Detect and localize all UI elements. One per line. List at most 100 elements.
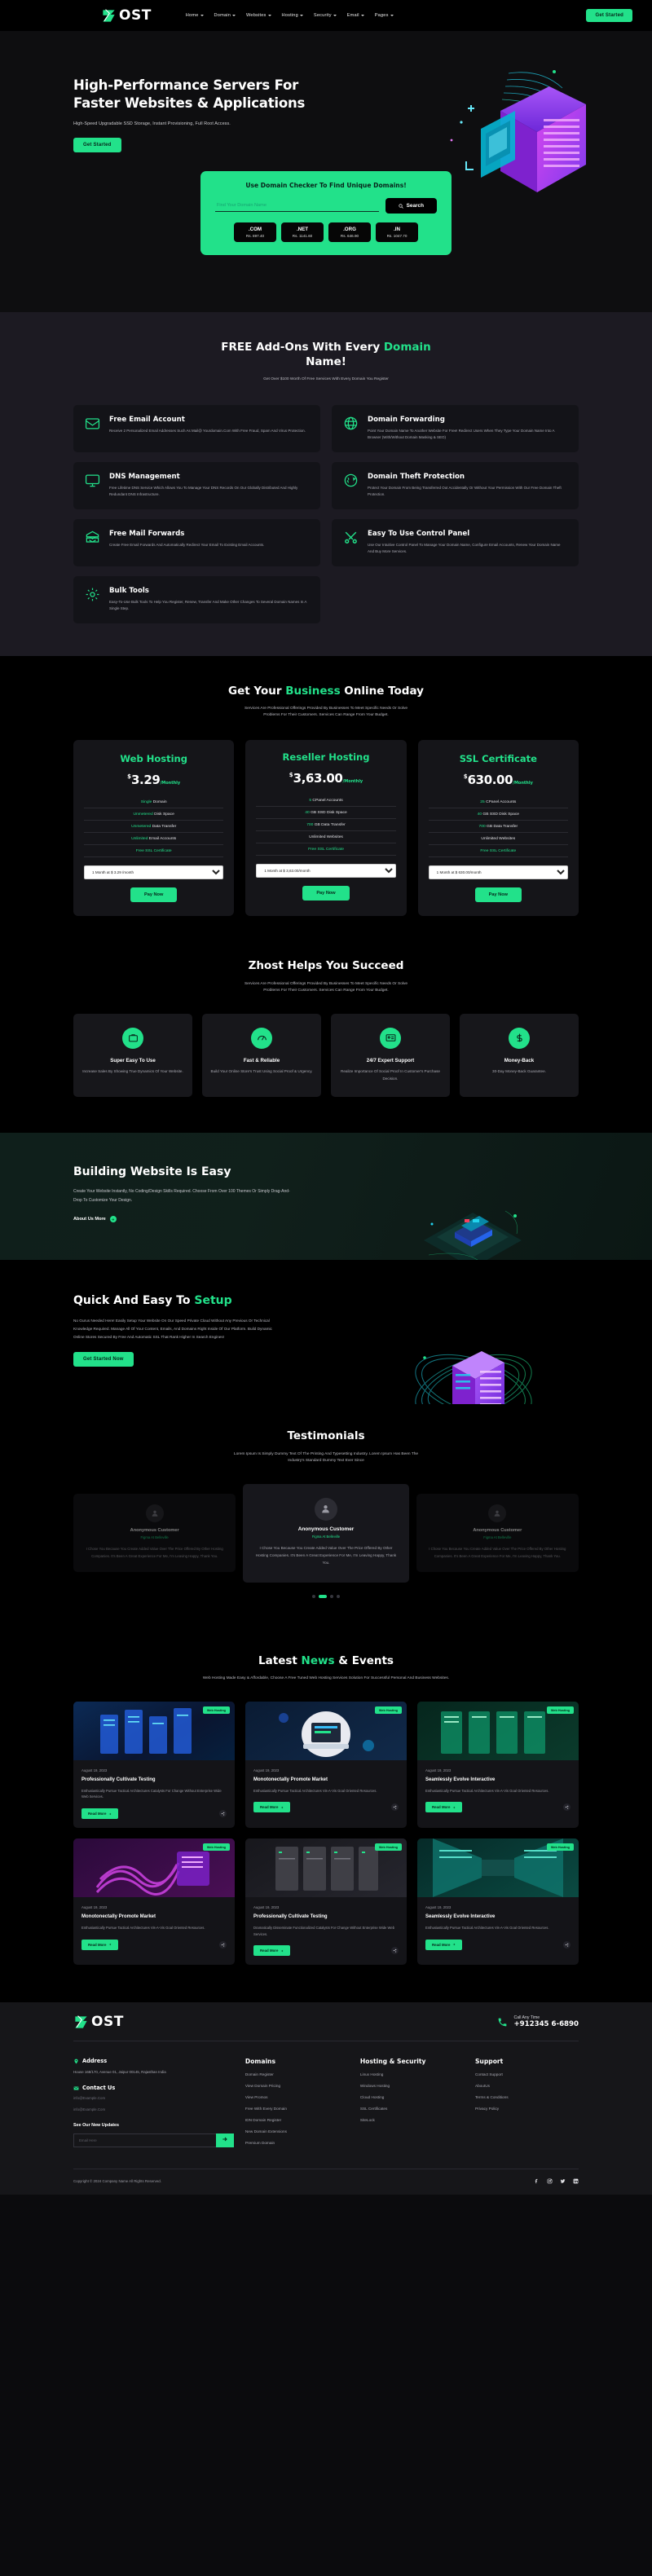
footer-link[interactable]: Terms & Conditions bbox=[475, 2095, 579, 2099]
read-more-button[interactable]: Read More bbox=[253, 1945, 291, 1957]
instagram-icon[interactable] bbox=[547, 2178, 553, 2184]
footer-link[interactable]: Cloud Hosting bbox=[360, 2095, 464, 2099]
arrow-right-icon bbox=[453, 1944, 456, 1946]
addon-card-domain-forwarding[interactable]: Domain Forwarding Point Your Domain Name… bbox=[332, 404, 579, 452]
pay-now-button[interactable]: Pay Now bbox=[474, 887, 522, 903]
nav-item-websites[interactable]: Websites bbox=[246, 13, 271, 18]
read-more-button[interactable]: Read More bbox=[425, 1939, 463, 1950]
news-card[interactable]: Web Hosting August 19, 2023 Seamlessly E… bbox=[417, 1702, 579, 1829]
nav-item-hosting[interactable]: Hosting bbox=[282, 13, 303, 18]
plan-feature: Unlimited Email Accounts bbox=[84, 833, 224, 846]
plan-term-select[interactable]: 1 Month at $ 3,63.00/month bbox=[256, 864, 396, 878]
footer-link[interactable]: Premium Domain bbox=[245, 2141, 349, 2145]
footer-link[interactable]: Free With Every Domain bbox=[245, 2107, 349, 2111]
tld-item[interactable]: .NET Rs. 1141.60 bbox=[281, 222, 324, 242]
testimonial-card-active[interactable]: Anonymous Customer Figma At Belleville I… bbox=[243, 1483, 409, 1583]
footer-link[interactable]: Linux Hosting bbox=[360, 2072, 464, 2076]
building-text: Create Your Website Instantly, No Coding… bbox=[73, 1189, 290, 1204]
pay-now-button[interactable]: Pay Now bbox=[130, 887, 178, 903]
plan-period: /Monthly bbox=[160, 781, 181, 786]
nav-item-security[interactable]: Security bbox=[314, 13, 337, 18]
news-card[interactable]: Web Hosting August 19, 2023 Professional… bbox=[73, 1702, 235, 1829]
twitter-icon[interactable] bbox=[560, 2178, 566, 2184]
testimonial-card[interactable]: Anonymous Customer Figma At Belleville I… bbox=[416, 1494, 579, 1573]
linkedin-icon[interactable] bbox=[573, 2178, 579, 2184]
testimonial-name: Anonymous Customer bbox=[297, 1526, 355, 1532]
facebook-icon[interactable] bbox=[534, 2178, 540, 2184]
feature-rest: GB Data Transfer bbox=[313, 822, 346, 827]
addon-card-bulk-tools[interactable]: Bulk Tools Easy-To-Use Bulk Tools To Hel… bbox=[73, 575, 320, 623]
pricing-title-a: Get Your bbox=[228, 684, 286, 698]
tld-item[interactable]: .ORG Rs. 646.90 bbox=[328, 222, 371, 242]
footer-link[interactable]: Privacy Policy bbox=[475, 2107, 579, 2111]
feature-rest: Unlimited Websites bbox=[309, 834, 343, 839]
plan-term-select[interactable]: 1 Month at $ 630.00/month bbox=[428, 865, 568, 880]
share-icon[interactable] bbox=[391, 1803, 399, 1812]
footer-link[interactable]: SiteLock bbox=[360, 2118, 464, 2122]
nav-item-home[interactable]: Home bbox=[186, 13, 204, 18]
carousel-dot-active[interactable] bbox=[319, 1594, 327, 1598]
nav-label: Hosting bbox=[281, 13, 298, 18]
carousel-dot[interactable] bbox=[312, 1594, 315, 1598]
footer-email-input[interactable] bbox=[73, 2133, 216, 2147]
footer-link[interactable]: IDN Domain Register bbox=[245, 2118, 349, 2122]
footer-brand-logo[interactable]: OST bbox=[73, 2014, 124, 2030]
footer-link[interactable]: Windows Hosting bbox=[360, 2084, 464, 2088]
tld-item[interactable]: .IN Rs. 1047.70 bbox=[376, 222, 418, 242]
news-badge: Web Hosting bbox=[202, 1706, 230, 1715]
news-card[interactable]: Web Hosting August 19, 2023 Monotonectal… bbox=[73, 1838, 235, 1966]
read-more-button[interactable]: Read More bbox=[425, 1802, 463, 1813]
header-get-started-button[interactable]: Get Started bbox=[586, 9, 632, 22]
footer-address-text: House 168/170, Avenue 01, Jaipur 00145, … bbox=[73, 2070, 166, 2075]
news-date: August 19, 2023 bbox=[253, 1768, 280, 1773]
read-more-button[interactable]: Read More bbox=[253, 1802, 291, 1813]
footer-link[interactable]: Domain Register bbox=[245, 2072, 349, 2076]
footer-subscribe-button[interactable] bbox=[215, 2133, 234, 2147]
domain-search-button[interactable]: Search bbox=[385, 198, 437, 214]
read-more-button[interactable]: Read More bbox=[82, 1808, 119, 1820]
succeed-subtitle-l2: Problems For Their Customers. Services C… bbox=[263, 988, 389, 993]
news-card[interactable]: Web Hosting August 19, 2023 Seamlessly E… bbox=[417, 1838, 579, 1966]
hero-get-started-button[interactable]: Get Started bbox=[73, 137, 121, 152]
footer-email-1[interactable]: info@Example.Com bbox=[73, 2095, 234, 2102]
plan-feature: Unlimited Websites bbox=[428, 833, 568, 846]
plan-term-select[interactable]: 1 Month at $ 3.29 /month bbox=[84, 865, 224, 880]
share-icon[interactable] bbox=[563, 1803, 570, 1812]
news-card[interactable]: Web Hosting August 19, 2023 Professional… bbox=[245, 1838, 407, 1966]
addon-title: Bulk Tools bbox=[109, 586, 149, 595]
footer-call-block[interactable]: Call Any Time +912345 6-6890 bbox=[497, 2015, 579, 2028]
share-icon[interactable] bbox=[219, 1940, 227, 1949]
footer-link[interactable]: Contact Support bbox=[475, 2072, 579, 2076]
nav-item-domain[interactable]: Domain bbox=[214, 13, 236, 18]
news-card[interactable]: Web Hosting August 19, 2023 Monotonectal… bbox=[245, 1702, 407, 1829]
footer-link[interactable]: SSL Certificates bbox=[360, 2107, 464, 2111]
share-icon[interactable] bbox=[563, 1940, 570, 1949]
addon-card-dns-management[interactable]: DNS Management Free Lifetime DNS Service… bbox=[73, 461, 320, 509]
succeed-subtitle-l1: Services Are Professional Offerings Prov… bbox=[244, 981, 408, 986]
footer-link[interactable]: New Domain Extensions bbox=[245, 2129, 349, 2133]
addon-card-free-email[interactable]: Free Email Account Receive 2 Personalize… bbox=[73, 404, 320, 452]
nav-item-pages[interactable]: Pages bbox=[375, 13, 394, 18]
footer-link[interactable]: View Promos bbox=[245, 2095, 349, 2099]
footer-link[interactable]: AboutUs bbox=[475, 2084, 579, 2088]
brand-logo[interactable]: OST bbox=[101, 7, 152, 24]
addon-card-domain-theft-protection[interactable]: Domain Theft Protection Protect Your Dom… bbox=[332, 461, 579, 509]
nav-item-email[interactable]: Email bbox=[347, 13, 364, 18]
share-icon[interactable] bbox=[391, 1947, 399, 1955]
domain-search-input[interactable] bbox=[215, 200, 379, 212]
footer-email-2[interactable]: info@Example.Com bbox=[73, 2107, 234, 2113]
share-icon[interactable] bbox=[219, 1810, 227, 1818]
carousel-dot[interactable] bbox=[337, 1594, 340, 1598]
testimonial-card[interactable]: Anonymous Customer Figma At Belleville I… bbox=[73, 1494, 236, 1573]
setup-get-started-button[interactable]: Get Started Now bbox=[73, 1352, 134, 1367]
addon-card-control-panel[interactable]: Easy To Use Control Panel Use Our Intuit… bbox=[332, 518, 579, 566]
pay-now-button[interactable]: Pay Now bbox=[302, 886, 350, 901]
addon-card-free-mail-forwards[interactable]: Free Mail Forwards Create Free Email For… bbox=[73, 518, 320, 566]
carousel-dot[interactable] bbox=[330, 1594, 333, 1598]
footer-subscribe-form bbox=[73, 2133, 234, 2147]
tld-item[interactable]: .COM Rs. 897.40 bbox=[234, 222, 276, 242]
chevron-down-icon bbox=[360, 15, 364, 16]
footer-link[interactable]: View Domain Pricing bbox=[245, 2084, 349, 2088]
read-more-button[interactable]: Read More bbox=[82, 1939, 119, 1950]
chevron-down-icon bbox=[200, 15, 204, 16]
